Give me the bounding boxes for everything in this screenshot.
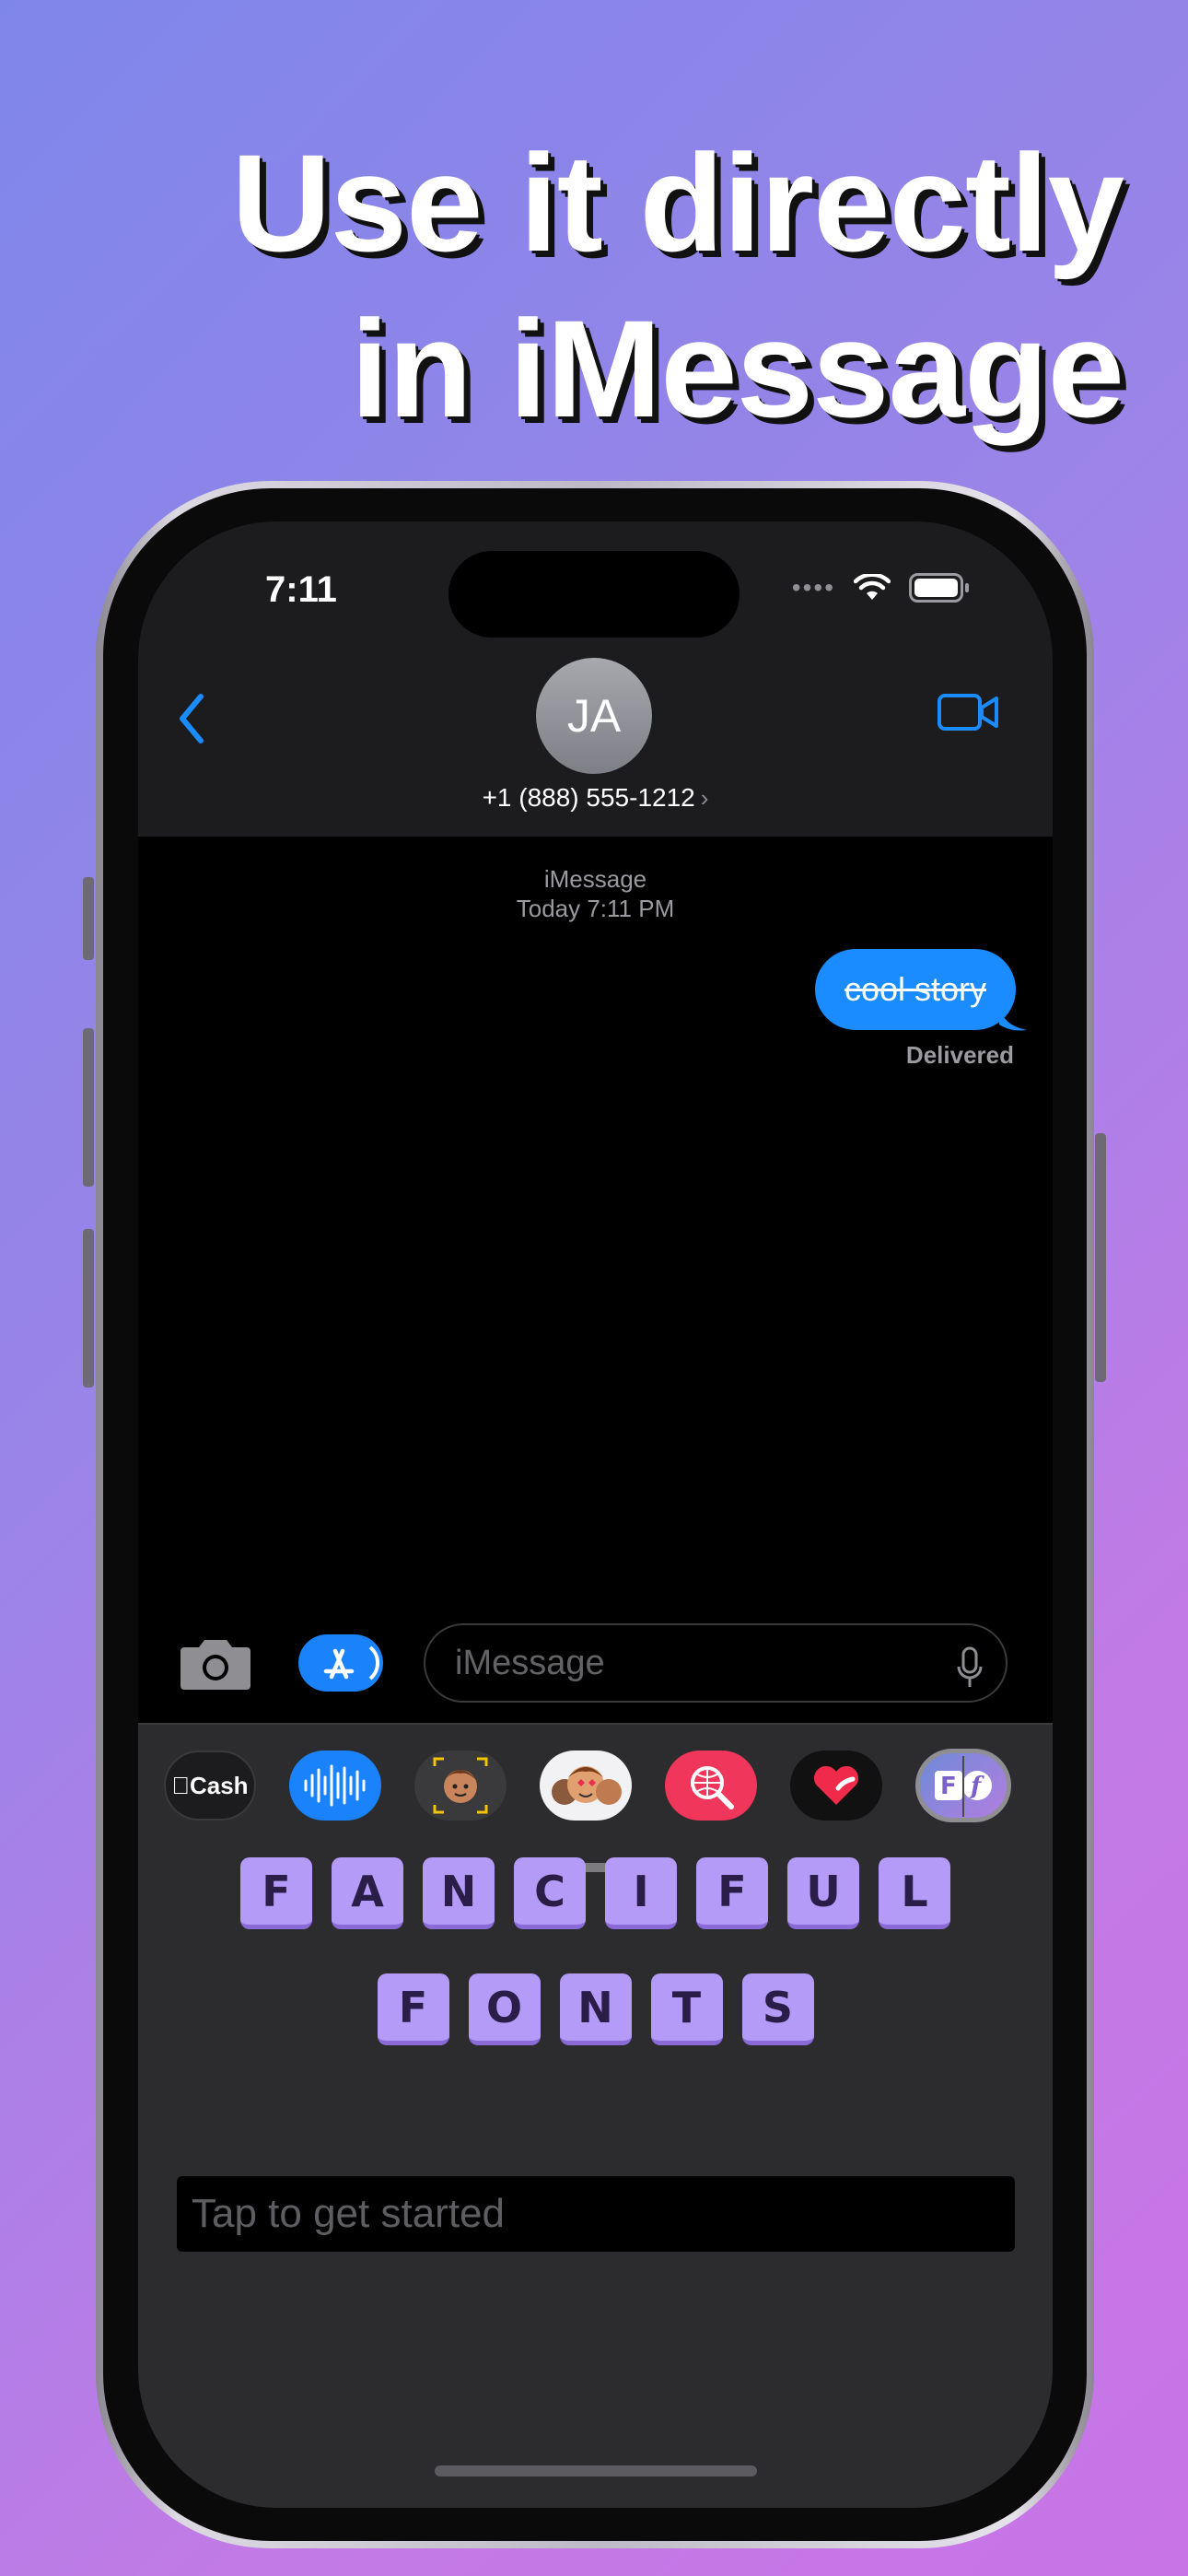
letter-tile: F xyxy=(696,1857,768,1929)
home-indicator[interactable] xyxy=(435,2465,757,2476)
app-store-icon xyxy=(323,1645,380,1680)
letter-tile: F xyxy=(377,1973,449,2045)
headline-line-1: Use it directly xyxy=(231,125,1124,280)
camera-icon[interactable] xyxy=(179,1634,252,1696)
apple-cash-icon[interactable]: Cash xyxy=(164,1751,256,1821)
image-search-icon[interactable] xyxy=(665,1751,757,1821)
audio-message-icon[interactable] xyxy=(289,1751,381,1821)
contact-details[interactable]: +1 (888) 555-1212 › xyxy=(138,783,1053,813)
letter-tile: U xyxy=(787,1857,859,1929)
contact-avatar[interactable]: JA xyxy=(536,658,652,774)
compose-bar: iMessage xyxy=(138,1618,1053,1710)
phone-screen: 7:11 •••• JA +1 (888) 555-1212 › iMessage… xyxy=(138,521,1053,2508)
apple-cash-label: Cash xyxy=(181,1771,249,1799)
imessage-input[interactable]: iMessage xyxy=(424,1623,1007,1703)
sent-message-bubble[interactable]: cool story xyxy=(814,949,1016,1030)
letter-tile: A xyxy=(332,1857,403,1929)
status-icons: •••• xyxy=(792,573,970,603)
letter-tile: T xyxy=(650,1973,723,2045)
delivery-status: Delivered xyxy=(905,1041,1014,1069)
contact-number: +1 (888) 555-1212 xyxy=(482,783,695,812)
app-strip-separator xyxy=(962,1756,964,1817)
battery-icon xyxy=(909,573,969,603)
thread-timestamp: Today 7:11 PM xyxy=(516,895,675,922)
imessage-placeholder: iMessage xyxy=(455,1644,605,1682)
letter-tile: O xyxy=(468,1973,541,2045)
thread-meta: iMessage Today 7:11 PM xyxy=(138,864,1053,923)
memoji-icon[interactable] xyxy=(414,1751,507,1821)
start-text-field[interactable]: Tap to get started xyxy=(177,2176,1015,2252)
headline-line-2: in iMessage xyxy=(350,291,1124,446)
facetime-video-icon[interactable] xyxy=(937,691,999,738)
back-chevron-icon[interactable] xyxy=(173,691,210,751)
headline: Use it directly in iMessage xyxy=(37,120,1124,451)
drawer-divider xyxy=(138,1723,1053,1725)
app-store-button[interactable] xyxy=(298,1634,383,1692)
volume-down-button xyxy=(83,1229,94,1388)
letter-tile: N xyxy=(423,1857,495,1929)
digital-touch-icon[interactable] xyxy=(790,1751,882,1821)
dynamic-island xyxy=(448,551,740,638)
fancy-fonts-title-row-2: F O N T S xyxy=(138,1973,1053,2045)
service-label: iMessage xyxy=(543,865,647,893)
microphone-icon[interactable] xyxy=(956,1642,984,1717)
volume-up-button xyxy=(83,1028,94,1187)
fancy-fonts-title-row-1: F A N C I F U L xyxy=(138,1857,1053,1929)
letter-tile: N xyxy=(559,1973,632,2045)
cellular-dots-icon: •••• xyxy=(791,573,835,602)
chevron-right-icon: › xyxy=(700,784,709,812)
memoji-stickers-icon[interactable] xyxy=(540,1751,632,1821)
app-drawer: Cash xyxy=(138,1723,1053,2508)
letter-tile: I xyxy=(605,1857,677,1929)
status-time: 7:11 xyxy=(265,569,337,610)
svg-text:F: F xyxy=(940,1773,957,1800)
letter-tile: F xyxy=(240,1857,312,1929)
side-button xyxy=(1095,1133,1106,1382)
silent-switch xyxy=(83,877,94,960)
letter-tile: S xyxy=(741,1973,814,2045)
bubble-tail xyxy=(999,1004,1027,1031)
letter-tile: C xyxy=(514,1857,586,1929)
letter-tile: L xyxy=(879,1857,950,1929)
wifi-icon xyxy=(854,574,891,600)
